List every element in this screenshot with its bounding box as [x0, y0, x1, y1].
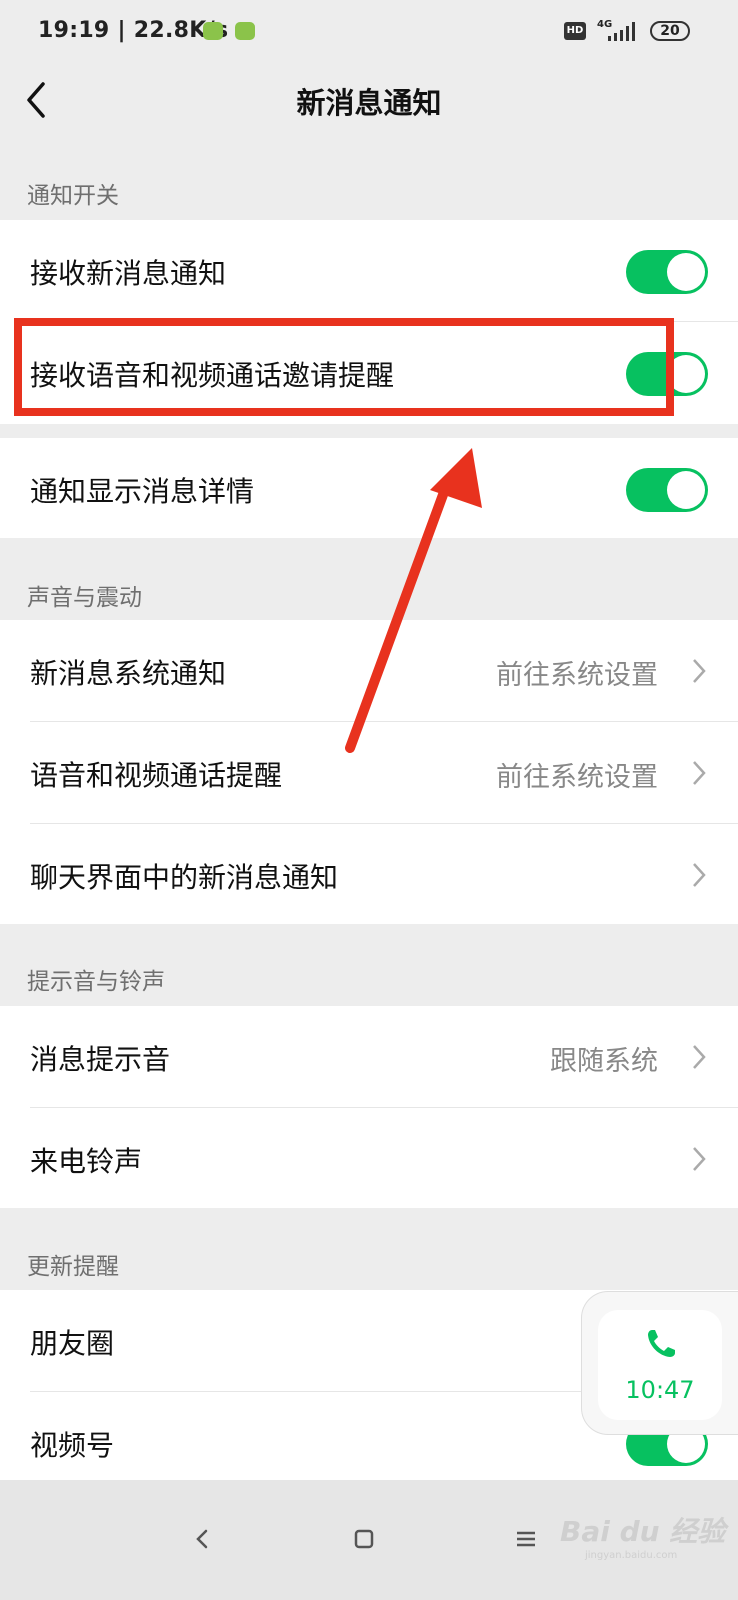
section-label-updates: 更新提醒: [27, 1254, 119, 1280]
row-value: 前往系统设置: [496, 762, 658, 793]
row-receive-new-messages[interactable]: 接收新消息通知: [0, 220, 738, 322]
toggle-knob: [667, 471, 705, 509]
wechat-notification-icon: [203, 22, 223, 40]
row-message-tone[interactable]: 消息提示音 跟随系统: [0, 1006, 738, 1108]
watermark-url: jingyan.baidu.com: [585, 1550, 678, 1561]
row-label: 通知显示消息详情: [30, 475, 255, 508]
status-time-speed: 19:19 | 22.8K/s: [38, 18, 229, 43]
row-label: 新消息系统通知: [30, 657, 227, 690]
floating-call-inner: 10:47: [598, 1310, 722, 1420]
group-ringtone: 消息提示音 跟随系统 来电铃声: [0, 1006, 738, 1208]
row-show-message-details[interactable]: 通知显示消息详情: [0, 438, 738, 538]
row-label: 来电铃声: [30, 1145, 143, 1178]
watermark-logo: Bai du 经验: [560, 1515, 726, 1548]
chevron-right-icon: [693, 863, 706, 887]
system-nav-bar: Bai du 经验 jingyan.baidu.com: [0, 1480, 738, 1600]
toggle-switch[interactable]: [626, 468, 708, 512]
status-bar: 19:19 | 22.8K/s HD 4G 20: [0, 0, 738, 60]
row-value: 前往系统设置: [496, 660, 658, 691]
section-label-ringtone: 提示音与铃声: [27, 969, 165, 995]
nav-bar: 新消息通知: [0, 60, 738, 140]
floating-call-card[interactable]: 10:47: [582, 1292, 738, 1434]
group-sound: 新消息系统通知 前往系统设置 语音和视频通话提醒 前往系统设置 聊天界面中的新消…: [0, 620, 738, 924]
row-call-reminder[interactable]: 语音和视频通话提醒 前往系统设置: [0, 722, 738, 824]
row-ringtone[interactable]: 来电铃声: [0, 1108, 738, 1208]
system-menu-icon[interactable]: [512, 1525, 540, 1553]
call-duration: 10:47: [625, 1376, 695, 1404]
battery-indicator: 20: [650, 21, 690, 41]
chevron-right-icon: [693, 761, 706, 785]
highlight-box: [14, 318, 674, 416]
chevron-right-icon: [693, 1147, 706, 1171]
row-value: 跟随系统: [550, 1046, 658, 1077]
row-label: 视频号: [30, 1429, 115, 1462]
toggle-switch[interactable]: [626, 250, 708, 294]
chevron-right-icon: [693, 1045, 706, 1069]
row-chat-notification[interactable]: 聊天界面中的新消息通知: [0, 824, 738, 924]
spacer: [0, 424, 738, 438]
mic-notification-icon: [235, 22, 255, 40]
signal-icon: [608, 22, 635, 41]
toggle-knob: [667, 253, 705, 291]
row-label: 消息提示音: [30, 1043, 171, 1076]
row-label: 聊天界面中的新消息通知: [30, 861, 339, 894]
row-label: 语音和视频通话提醒: [30, 759, 283, 792]
page-title: 新消息通知: [296, 86, 442, 120]
system-home-icon[interactable]: [350, 1525, 378, 1553]
row-label: 接收新消息通知: [30, 257, 227, 290]
hd-badge: HD: [564, 22, 586, 40]
chevron-right-icon: [693, 659, 706, 683]
section-label-sound: 声音与震动: [27, 585, 142, 611]
status-time: 19:19: [38, 18, 110, 43]
row-system-notification[interactable]: 新消息系统通知 前往系统设置: [0, 620, 738, 722]
phone-icon: [648, 1330, 675, 1357]
row-label: 朋友圈: [30, 1327, 115, 1360]
section-label-notify: 通知开关: [27, 183, 119, 209]
system-back-icon[interactable]: [188, 1525, 216, 1553]
